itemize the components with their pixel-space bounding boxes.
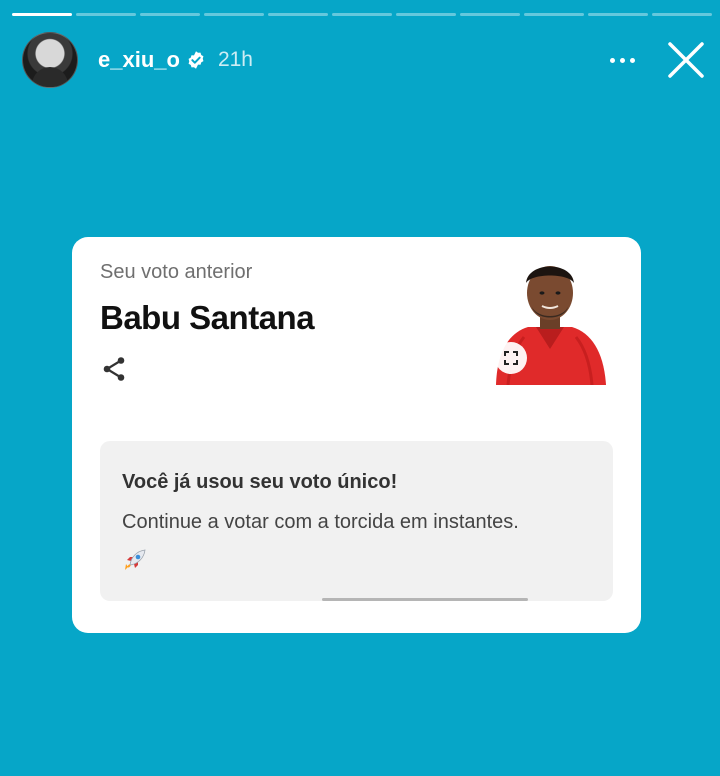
progress-segment xyxy=(332,13,392,16)
close-icon[interactable] xyxy=(666,40,706,80)
scroll-indicator xyxy=(322,598,528,601)
candidate-name: Babu Santana xyxy=(100,299,315,336)
progress-segment xyxy=(140,13,200,16)
notice-title: Você já usou seu voto único! xyxy=(122,471,398,493)
progress-segment xyxy=(652,13,712,16)
expand-icon xyxy=(504,351,518,365)
progress-segment xyxy=(460,13,520,16)
post-time: 21h xyxy=(217,48,253,71)
rocket-icon xyxy=(125,549,146,570)
progress-segment xyxy=(524,13,584,16)
verified-badge-icon xyxy=(188,51,204,69)
notice-message: Continue a votar com a torcida em instan… xyxy=(122,511,519,533)
progress-segment xyxy=(204,13,264,16)
story-progress-bar xyxy=(12,13,712,16)
story-header: e_xiu_o 21h xyxy=(22,32,706,88)
username[interactable]: e_xiu_o xyxy=(98,47,180,73)
progress-segment xyxy=(76,13,136,16)
progress-segment xyxy=(396,13,456,16)
progress-segment xyxy=(588,13,648,16)
share-icon[interactable] xyxy=(100,355,128,383)
avatar[interactable] xyxy=(22,32,78,88)
progress-segment xyxy=(268,13,328,16)
more-options-icon[interactable] xyxy=(606,50,638,70)
vote-card: Seu voto anterior Babu Santana Você já u… xyxy=(72,237,641,633)
expand-photo-button[interactable] xyxy=(495,342,527,374)
vote-notice: Você já usou seu voto único! Continue a … xyxy=(100,441,613,601)
progress-segment xyxy=(12,13,72,16)
vote-label: Seu voto anterior xyxy=(100,261,253,283)
